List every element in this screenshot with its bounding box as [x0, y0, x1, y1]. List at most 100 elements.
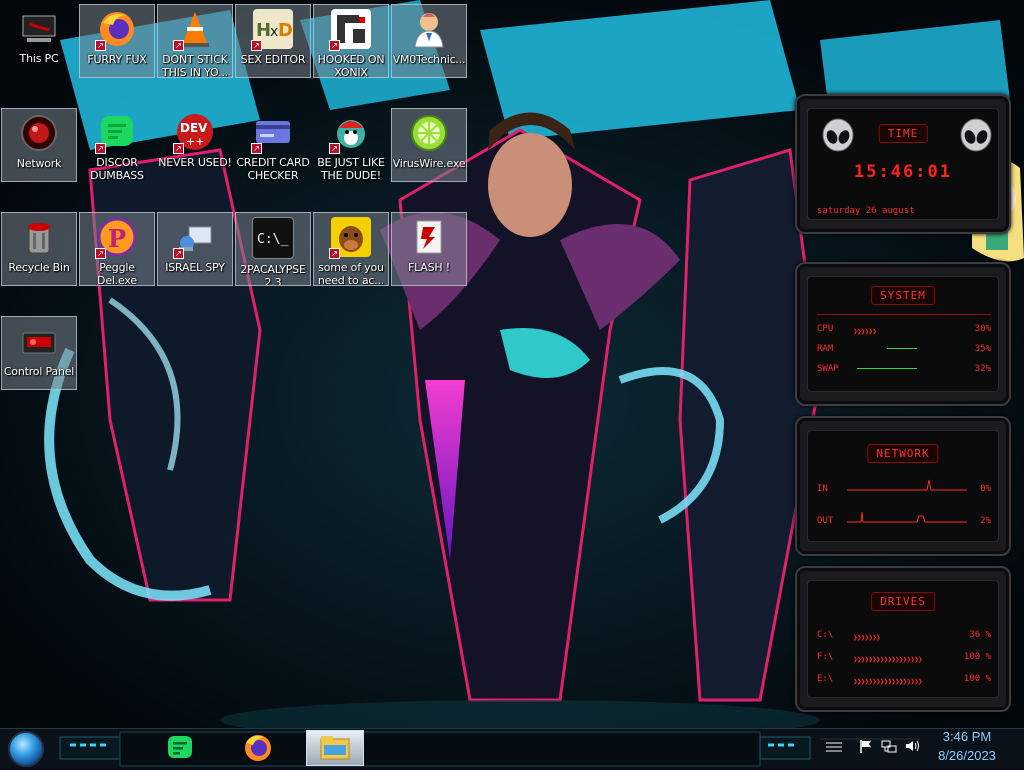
cpu-bar: ❯❯❯❯❯❯ — [853, 327, 877, 336]
shortcut-arrow-icon: ↗ — [173, 40, 184, 51]
icon-label: FLASH ! — [408, 261, 450, 274]
show-hidden-icons-icon[interactable] — [824, 740, 844, 754]
desktop-icon-sex-editor[interactable]: HxD ↗ SEX EDITOR — [235, 4, 311, 78]
drive-f-label: F:\ — [817, 652, 834, 662]
credit-card-icon: ↗ — [251, 112, 293, 154]
cpu-label: CPU — [817, 324, 834, 334]
drive-f-value: 100 % — [963, 652, 991, 662]
system-widget: SYSTEM CPU ❯❯❯❯❯❯ 30% RAM 35% SWAP 32% — [795, 262, 1011, 406]
desktop-icon-this-pc[interactable]: This PC — [1, 4, 77, 78]
clock-display: 15:46:01 — [854, 162, 952, 182]
drive-f-bar: ❯❯❯❯❯❯❯❯❯❯❯❯❯❯❯❯❯❯ — [853, 655, 923, 664]
icon-label: BE JUST LIKE THE DUDE! — [317, 156, 385, 182]
icon-label: NEVER USED! — [158, 156, 232, 169]
desktop-icon-control-panel[interactable]: Control Panel — [1, 316, 77, 390]
desktop-icon-furry-fux[interactable]: ↗ FURRY FUX — [79, 4, 155, 78]
network-widget-title: NETWORK — [867, 444, 939, 463]
net-in-graph — [847, 479, 967, 491]
drives-widget: DRIVES C:\ ❯❯❯❯❯❯❯ 36 % F:\ ❯❯❯❯❯❯❯❯❯❯❯❯… — [795, 566, 1011, 712]
peggle-icon: P ↗ — [95, 217, 137, 259]
desktop-icon-never-used[interactable]: DEV ++ ↗ NEVER USED! — [157, 108, 233, 182]
icon-label: VM0Technic... — [392, 53, 466, 66]
taskbar-app-chat[interactable] — [154, 732, 206, 764]
time-widget-title: TIME — [878, 124, 928, 143]
traffic-cone-icon: ↗ — [173, 9, 215, 51]
desktop-icon-credit-card-checker[interactable]: ↗ CREDIT CARD CHECKER — [235, 108, 311, 182]
desktop-icon-2pacalypse[interactable]: C:\_ 2PACALYPSE 2.3 — [235, 212, 311, 286]
desktop-icon-israel-spy[interactable]: ↗ ISRAEL SPY — [157, 212, 233, 286]
desktop-icon-vm0technic[interactable]: VM0Technic... — [391, 4, 467, 78]
icon-label: CREDIT CARD CHECKER — [236, 156, 310, 182]
desktop-icon-discor-dumbass[interactable]: ↗ DISCOR DUMBASS — [79, 108, 155, 182]
shortcut-arrow-icon: ↗ — [329, 40, 340, 51]
ram-graph — [887, 348, 917, 349]
taskbar-app-file-explorer[interactable] — [306, 730, 364, 766]
start-button[interactable] — [8, 731, 44, 767]
svg-text:C:\_: C:\_ — [257, 232, 288, 247]
drive-c-row: C:\ ❯❯❯❯❯❯❯ 36 % — [817, 630, 991, 642]
dog-icon: ↗ — [329, 217, 371, 259]
drive-c-label: C:\ — [817, 630, 834, 640]
icon-label: VirusWire.exe — [392, 157, 466, 170]
swap-row: SWAP 32% — [817, 364, 991, 376]
time-widget: TIME 15:46:01 saturday 26 august — [795, 94, 1011, 234]
flash-icon — [409, 217, 449, 257]
icon-label: Peggle Del.exe — [97, 261, 137, 285]
shortcut-arrow-icon: ↗ — [95, 248, 106, 259]
shortcut-arrow-icon: ↗ — [95, 40, 106, 51]
swap-value: 32% — [974, 364, 991, 374]
svg-text:DEV: DEV — [180, 121, 208, 135]
ram-value: 35% — [974, 344, 991, 354]
terminal-icon: C:\_ — [252, 217, 294, 259]
desktop-icon-viruswire[interactable]: VirusWire.exe — [391, 108, 467, 182]
icon-label: 2PACALYPSE 2.3 — [240, 263, 306, 285]
network-icon[interactable] — [881, 738, 897, 754]
icon-label: This PC — [19, 52, 59, 65]
icon-label: SEX EDITOR — [240, 53, 306, 66]
net-out-label: OUT — [817, 516, 834, 526]
icon-label: FURRY FUX — [87, 53, 147, 66]
drive-e-value: 100 % — [963, 674, 991, 684]
dev-cpp-icon: DEV ++ ↗ — [173, 112, 215, 154]
game-icon: ↗ — [329, 9, 371, 51]
firefox-icon: ↗ — [95, 9, 137, 51]
recycle-bin-icon — [19, 217, 59, 257]
icon-label: Recycle Bin — [8, 261, 70, 274]
cpu-value: 30% — [974, 324, 991, 334]
desktop-icon-be-just-like-the-dude[interactable]: ↗ BE JUST LIKE THE DUDE! — [313, 108, 389, 182]
taskbar-app-firefox[interactable] — [232, 732, 284, 764]
cpu-row: CPU ❯❯❯❯❯❯ 30% — [817, 324, 991, 336]
folder-icon — [320, 736, 350, 760]
net-in-row: IN 0% — [817, 479, 991, 496]
divider — [817, 314, 991, 315]
desktop-icon-some-of-you[interactable]: ↗ some of you need to ac... — [313, 212, 389, 286]
icon-label: HOOKED ON XONIX — [317, 53, 385, 77]
drives-widget-title: DRIVES — [871, 592, 935, 611]
taskbar-clock-time[interactable]: 3:46 PM — [922, 729, 1012, 744]
icon-label: some of you need to ac... — [317, 261, 385, 285]
net-out-graph — [847, 511, 967, 523]
alien-head-icon — [822, 118, 854, 152]
alien-head-icon — [960, 118, 992, 152]
net-in-label: IN — [817, 484, 828, 494]
desktop-icon-recycle-bin[interactable]: Recycle Bin — [1, 212, 77, 286]
network-widget: NETWORK IN 0% OUT 2% — [795, 416, 1011, 556]
desktop-icon-peggle-del[interactable]: P ↗ Peggle Del.exe — [79, 212, 155, 286]
drive-f-row: F:\ ❯❯❯❯❯❯❯❯❯❯❯❯❯❯❯❯❯❯ 100 % — [817, 652, 991, 664]
network-adapter-icon: ↗ — [173, 217, 215, 259]
network-icon — [19, 113, 59, 153]
desktop-icon-flash[interactable]: FLASH ! — [391, 212, 467, 286]
icon-label: Control Panel — [3, 365, 75, 378]
shortcut-arrow-icon: ↗ — [173, 143, 184, 154]
date-display: saturday 26 august — [817, 206, 915, 216]
desktop-icon-dont-stick[interactable]: ↗ DONT STICK THIS IN YO... — [157, 4, 233, 78]
shortcut-arrow-icon: ↗ — [329, 248, 340, 259]
svg-text:D: D — [278, 20, 293, 41]
volume-icon[interactable] — [904, 738, 920, 754]
taskbar-clock-date[interactable]: 8/26/2023 — [922, 748, 1012, 763]
desktop-icon-hooked-on-xonix[interactable]: ↗ HOOKED ON XONIX — [313, 4, 389, 78]
shortcut-arrow-icon: ↗ — [251, 40, 262, 51]
desktop-icon-network[interactable]: Network — [1, 108, 77, 182]
flag-icon[interactable] — [858, 738, 874, 754]
computer-icon — [19, 8, 59, 48]
